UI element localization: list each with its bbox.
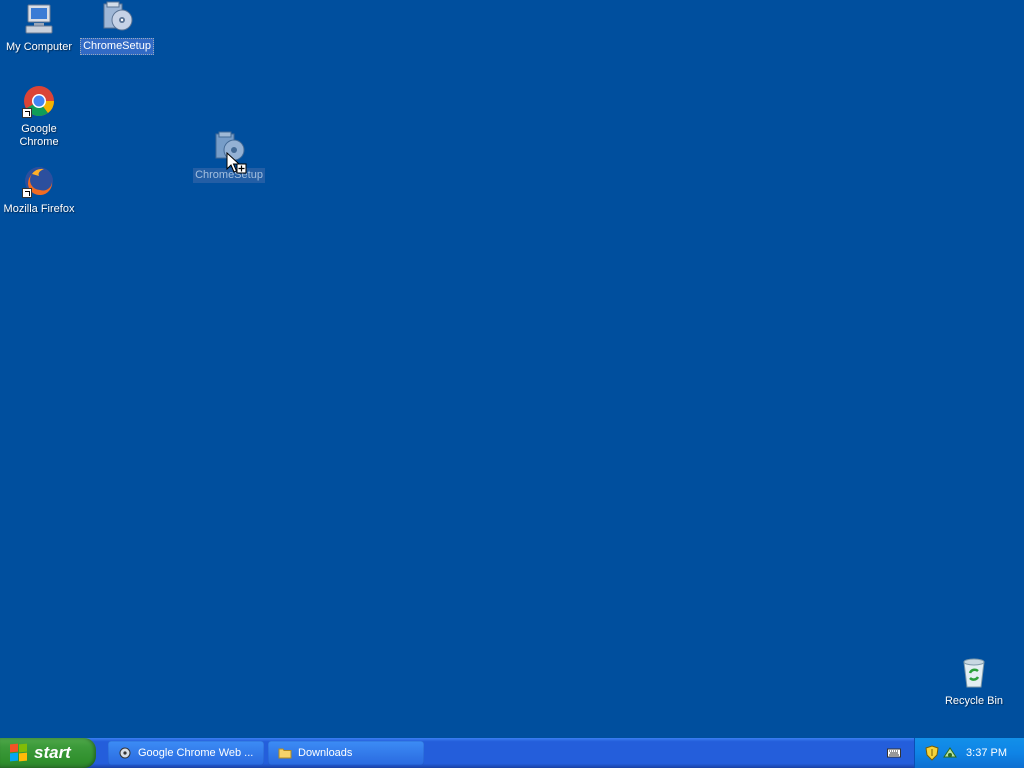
desktop-icon-label: Google Chrome <box>19 123 59 148</box>
taskbar-button-google-chrome-web[interactable]: Google Chrome Web ... <box>108 741 264 765</box>
windows-logo-icon <box>10 743 28 762</box>
desktop-icon-label: Recycle Bin <box>944 695 1004 707</box>
desktop-icon-label: ChromeSetup <box>80 38 154 55</box>
desktop-icon-recycle-bin[interactable]: Recycle Bin <box>935 656 1013 709</box>
taskbar: start Google Chrome Web ... Downloads 3:… <box>0 738 1024 768</box>
folder-icon <box>278 746 292 760</box>
desktop-icon-my-computer[interactable]: My Computer <box>0 2 78 55</box>
recycle-bin-icon <box>957 656 991 690</box>
desktop-icon-label: Mozilla Firefox <box>3 203 75 215</box>
task-label: Downloads <box>298 747 353 759</box>
mozilla-firefox-icon <box>22 164 56 198</box>
start-label: start <box>34 743 71 762</box>
desktop-icon-chrome-setup[interactable]: ChromeSetup <box>78 0 156 55</box>
taskbar-button-downloads[interactable]: Downloads <box>268 741 424 765</box>
google-chrome-icon <box>22 84 56 118</box>
shortcut-arrow-icon <box>22 188 32 198</box>
keyboard-icon[interactable] <box>887 747 901 759</box>
shortcut-arrow-icon <box>22 108 32 118</box>
network-icon[interactable] <box>942 745 958 764</box>
system-tray: 3:37 PM <box>914 738 1024 768</box>
task-label: Google Chrome Web ... <box>138 747 254 759</box>
mouse-cursor-icon <box>226 151 250 176</box>
my-computer-icon <box>22 2 56 36</box>
desktop-icon-google-chrome[interactable]: Google Chrome <box>0 84 78 150</box>
installer-icon <box>118 746 132 760</box>
desktop-icon-label: My Computer <box>5 41 73 53</box>
desktop-icon-mozilla-firefox[interactable]: Mozilla Firefox <box>0 164 78 217</box>
security-shield-icon[interactable] <box>925 745 939 764</box>
clock[interactable]: 3:37 PM <box>966 747 1007 759</box>
installer-icon <box>100 0 134 34</box>
start-button[interactable]: start <box>0 738 96 768</box>
